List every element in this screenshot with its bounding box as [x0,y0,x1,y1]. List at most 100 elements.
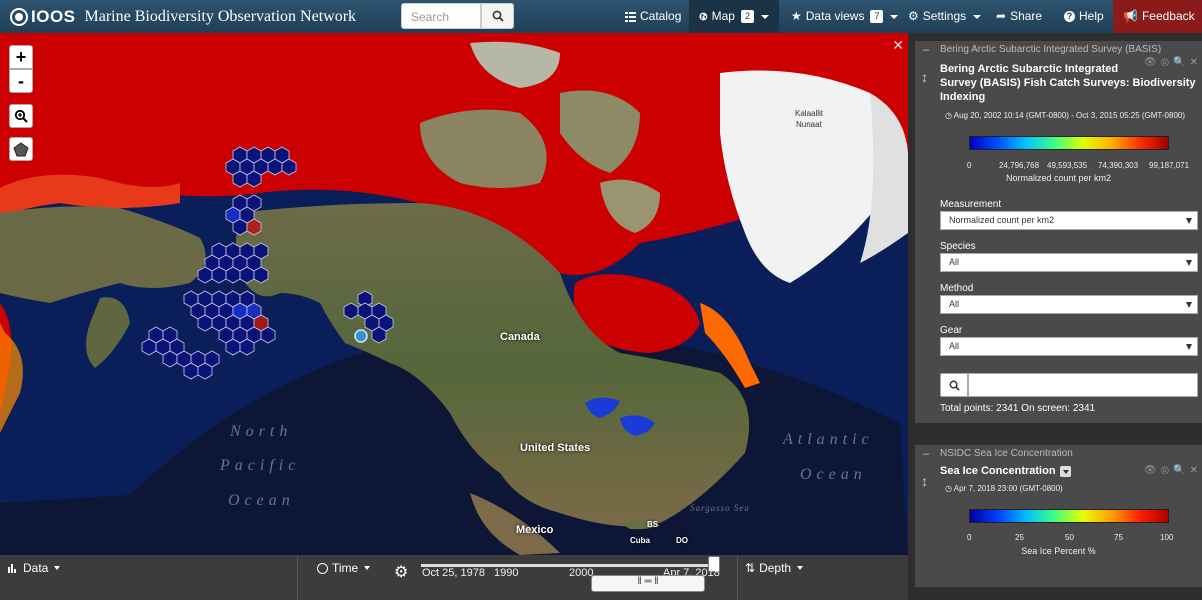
legend-tick: 49,593,535 [1047,161,1088,170]
top-navbar: IOOS Marine Biodiversity Observation Net… [0,0,1202,33]
drag-handle-icon[interactable]: ↕ [921,473,928,489]
zoom-out-button[interactable]: - [9,69,33,93]
clock-icon: ◷ [945,484,952,493]
search-icon [949,380,960,391]
time-settings-button[interactable]: ⚙ [394,562,408,582]
visibility-icon[interactable]: 👁 [1144,57,1157,68]
measurement-select[interactable]: Normalized count per km2 [940,211,1198,230]
layer-search-input[interactable] [968,373,1198,397]
visibility-icon[interactable]: 👁 [1144,465,1157,476]
polygon-icon [13,141,29,156]
legend-colorbar [969,509,1169,523]
zoom-to-icon[interactable]: 🔍 [1173,465,1185,476]
layer-title-line2: Survey (BASIS) Fish Catch Surveys: Biodi… [940,77,1196,89]
legend-colorbar [969,136,1169,150]
drag-handle-icon[interactable]: ↕ [921,69,928,85]
close-icon[interactable]: ✕ [1190,465,1198,476]
label-do: DO [676,536,688,545]
ioos-logo-icon [10,7,28,26]
collapse-icon[interactable]: – [923,448,929,460]
bar-chart-icon [8,564,16,573]
catalog-nav[interactable]: Catalog [615,0,691,33]
legend-tick: 99,187,071 [1149,161,1190,170]
brand[interactable]: IOOS Marine Biodiversity Observation Net… [10,0,356,33]
search-input[interactable]: Search [401,3,481,29]
layer-search-button[interactable] [940,373,968,397]
gear-icon: ⚙ [394,564,409,581]
legend-tick: 74,390,303 [1098,161,1139,170]
layer-source: Bering Arctic Subarctic Integrated Surve… [940,44,1162,55]
layer-title-line3: Indexing [940,91,986,103]
share-icon: ➦ [996,9,1007,23]
time-menu-label: Time [332,561,359,575]
label-mexico: Mexico [516,524,554,536]
app-title: Marine Biodiversity Observation Network [84,7,357,25]
list-icon [625,11,636,22]
layer-tools: 👁 ◎ 🔍 ✕ [1144,57,1198,68]
species-select[interactable]: All [940,253,1198,272]
label-nunaat: Nunaat [796,120,822,129]
depth-menu[interactable]: ⇅ Depth [745,561,804,575]
search-button[interactable] [481,3,514,29]
target-icon[interactable]: ◎ [1160,57,1169,68]
close-icon[interactable]: ✕ [892,37,904,54]
map-count-badge: 2 [740,10,754,23]
layer-options-dropdown[interactable] [1059,465,1071,477]
target-icon[interactable]: ◎ [1160,465,1169,476]
data-menu[interactable]: Data [8,561,61,575]
label-atlantic: Atlantic [783,431,874,448]
legend-tick: 25 [1015,533,1024,542]
feedback-label: Feedback [1141,9,1195,23]
drag-grip-icon: ‖ ═ ‖ [637,576,659,587]
layer-time-range: ◷ Aug 20, 2002 10:14 (GMT-0800) - Oct 3,… [945,111,1185,120]
bottom-toolbar: Data Time ⚙ Oct 25, 1978 1990 2000 Apr 7… [0,555,908,600]
catalog-label: Catalog [640,9,682,23]
method-label: Method [940,283,974,294]
help-nav[interactable]: ? Help [1054,0,1114,33]
legend-label: Normalized count per km2 [1005,173,1112,183]
label-sargasso: Sargasso Sea [690,503,750,513]
layer-title: Sea Ice Concentration [940,464,1071,478]
layer-tools: 👁 ◎ 🔍 ✕ [1144,465,1198,476]
time-menu[interactable]: Time [317,561,371,575]
divider [737,555,738,600]
help-label: Help [1079,9,1104,23]
settings-nav[interactable]: ⚙ Settings [898,0,991,33]
depth-menu-label: Depth [759,561,792,575]
zoom-box-button[interactable] [9,104,33,128]
legend-label: Sea Ice Percent % [1021,546,1096,556]
layer-time-text: Apr 7, 2018 23:00 (GMT-0800) [953,484,1063,493]
gear-select[interactable]: All [940,337,1198,356]
label-ocean-pacific: Ocean [228,492,295,509]
feedback-nav[interactable]: 📢 Feedback [1113,0,1202,33]
share-nav[interactable]: ➦ Share [986,0,1052,33]
legend-tick: 0 [967,533,972,542]
globe-icon [699,12,708,21]
legend-tick: 100 [1160,533,1174,542]
search-icon [492,10,504,22]
clock-icon: ◷ [945,111,952,120]
data-views-count-badge: 7 [870,10,884,23]
method-select[interactable]: All [940,295,1198,314]
draw-polygon-button[interactable] [9,137,33,161]
close-icon[interactable]: ✕ [1190,57,1198,68]
layer-source: NSIDC Sea Ice Concentration [940,448,1073,459]
zoom-to-icon[interactable]: 🔍 [1173,57,1185,68]
chevron-down-icon [54,566,61,570]
share-label: Share [1010,9,1043,23]
collapse-icon[interactable]: – [923,44,929,56]
zoom-in-button[interactable]: + [9,45,33,69]
logo-text: IOOS [31,6,76,26]
divider [297,555,298,600]
map-label: Map [711,9,735,23]
chevron-down-icon [973,14,982,19]
chevron-down-icon [364,566,371,570]
magnifier-zoom-icon [14,109,28,123]
data-views-label: Data views [805,9,865,23]
map-canvas[interactable]: ✕ + - Canada United States Mexico Cuba B… [0,33,908,555]
map-nav[interactable]: Map 2 [689,0,779,33]
time-window-handle[interactable]: ‖ ═ ‖ [591,575,705,592]
layer-basis: – Bering Arctic Subarctic Integrated Sur… [915,41,1202,423]
chevron-down-icon [797,566,804,570]
data-views-nav[interactable]: ★ Data views 7 [781,0,908,33]
